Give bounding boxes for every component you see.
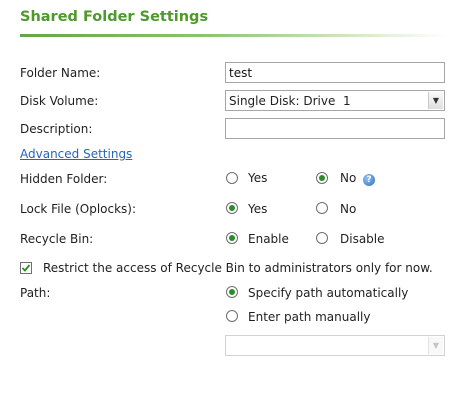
lock-file-yes-label[interactable]: Yes bbox=[248, 202, 267, 216]
folder-name-label: Folder Name: bbox=[20, 66, 101, 80]
path-auto-radio[interactable] bbox=[226, 286, 238, 298]
recycle-bin-enable-label[interactable]: Enable bbox=[248, 232, 289, 246]
checkmark-icon bbox=[21, 264, 31, 272]
recycle-bin-disable-radio[interactable] bbox=[316, 232, 328, 244]
advanced-settings-link[interactable]: Advanced Settings bbox=[20, 147, 132, 161]
disk-volume-value: Single Disk: Drive 1 bbox=[229, 94, 351, 108]
lock-file-yes-radio[interactable] bbox=[226, 202, 238, 214]
help-icon[interactable]: ? bbox=[363, 174, 375, 186]
folder-name-input[interactable] bbox=[225, 62, 445, 83]
lock-file-label: Lock File (Oplocks): bbox=[20, 202, 137, 216]
title-divider bbox=[20, 34, 446, 37]
lock-file-no-radio[interactable] bbox=[316, 202, 328, 214]
path-auto-label[interactable]: Specify path automatically bbox=[248, 286, 408, 300]
hidden-folder-no-label[interactable]: No bbox=[340, 171, 356, 185]
hidden-folder-no-radio[interactable] bbox=[316, 172, 328, 184]
path-manual-radio[interactable] bbox=[226, 310, 238, 322]
restrict-recycle-checkbox[interactable] bbox=[20, 262, 32, 274]
chevron-down-icon[interactable]: ▼ bbox=[428, 337, 443, 354]
description-label: Description: bbox=[20, 122, 93, 136]
hidden-folder-yes-radio[interactable] bbox=[226, 172, 238, 184]
chevron-down-icon[interactable]: ▼ bbox=[428, 92, 443, 109]
path-manual-select[interactable]: ▼ bbox=[225, 335, 445, 356]
hidden-folder-label: Hidden Folder: bbox=[20, 172, 108, 186]
lock-file-no-label[interactable]: No bbox=[340, 202, 356, 216]
recycle-bin-enable-radio[interactable] bbox=[226, 232, 238, 244]
disk-volume-select[interactable]: Single Disk: Drive 1 ▼ bbox=[225, 90, 445, 111]
recycle-bin-label: Recycle Bin: bbox=[20, 232, 94, 246]
path-label: Path: bbox=[20, 286, 51, 300]
path-manual-label[interactable]: Enter path manually bbox=[248, 310, 371, 324]
description-input[interactable] bbox=[225, 118, 445, 139]
page-title: Shared Folder Settings bbox=[20, 9, 209, 25]
hidden-folder-yes-label[interactable]: Yes bbox=[248, 171, 267, 185]
restrict-recycle-label[interactable]: Restrict the access of Recycle Bin to ad… bbox=[43, 261, 433, 275]
recycle-bin-disable-label[interactable]: Disable bbox=[340, 232, 385, 246]
disk-volume-label: Disk Volume: bbox=[20, 94, 99, 108]
